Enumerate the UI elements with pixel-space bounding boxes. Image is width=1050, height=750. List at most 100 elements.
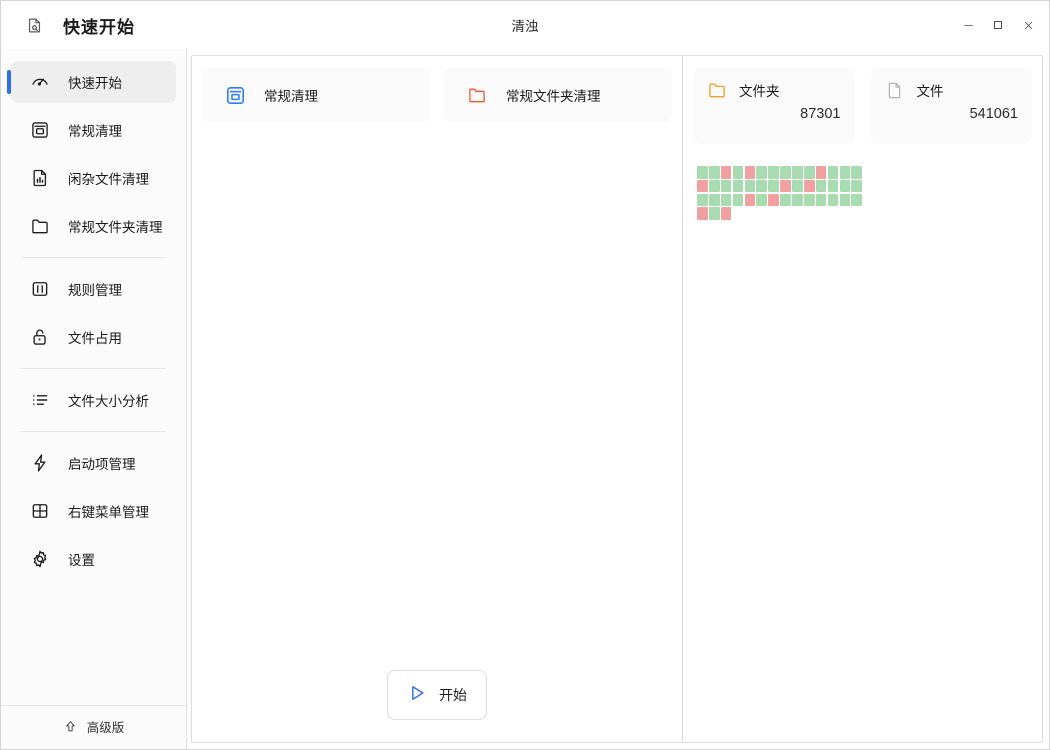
maximize-icon[interactable] [983,8,1013,42]
stat-card-0: 文件夹87301 [693,68,855,144]
sidebar-separator [21,431,166,432]
sidebar-item-4[interactable]: 规则管理 [11,268,176,310]
sidebar-item-label: 启动项管理 [68,453,136,473]
heatmap-cell [840,166,851,179]
sidebar-item-3[interactable]: 常规文件夹清理 [11,205,176,247]
sidebar-item-label: 快速开始 [68,72,122,92]
start-button-wrap: 开始 [202,670,672,730]
task-card-row: 常规清理 常规文件夹清理 [202,68,672,122]
heatmap-cell [721,194,732,207]
sidebar-item-0[interactable]: 快速开始 [11,61,176,103]
sidebar: 快速开始常规清理闲杂文件清理常规文件夹清理规则管理文件占用文件大小分析启动项管理… [1,49,187,749]
heatmap-cell [768,194,779,207]
sidebar-item-label: 常规清理 [68,120,122,140]
heatmap-cell [804,166,815,179]
heatmap-cell [733,194,744,207]
heatmap-cell [756,180,767,193]
heatmap-cell [828,180,839,193]
task-card-0[interactable]: 常规清理 [202,68,430,122]
heatmap-cell [745,180,756,193]
sidebar-item-label: 文件大小分析 [68,390,149,410]
gauge-icon [29,71,51,93]
stat-card-row: 文件夹87301文件541061 [693,68,1032,144]
heatmap-cell [792,180,803,193]
heatmap-cell [851,180,862,193]
document-search-icon [23,14,45,36]
stat-card-head: 文件夹 [707,80,841,100]
heatmap-cell [816,194,827,207]
heatmap-cell [828,166,839,179]
sidebar-item-upgrade[interactable]: 高级版 [1,705,186,747]
heatmap-cell [733,180,744,193]
sidebar-separator [21,368,166,369]
heatmap-cell [780,180,791,193]
sidebar-item-label: 常规文件夹清理 [68,216,163,236]
heatmap-cell [768,166,779,179]
sidebar-item-label: 设置 [68,549,95,569]
sidebar-item-2[interactable]: 闲杂文件清理 [11,157,176,199]
heatmap-cell [745,166,756,179]
heatmap-cell [804,180,815,193]
window-body: 快速开始常规清理闲杂文件清理常规文件夹清理规则管理文件占用文件大小分析启动项管理… [1,49,1049,749]
content-area: 常规清理 常规文件夹清理 开始 文件夹87301文件541061 [187,49,1049,749]
sidebar-item-label: 右键菜单管理 [68,501,149,521]
sidebar-item-5[interactable]: 文件占用 [11,316,176,358]
start-button[interactable]: 开始 [387,670,487,720]
heatmap-cell [851,194,862,207]
file-status-heatmap [697,166,862,220]
window-title: 清浊 [1,1,1049,49]
heatmap-cell [697,207,708,220]
heatmap-cell [768,180,779,193]
main-panel: 常规清理 常规文件夹清理 开始 [192,56,682,742]
folder-icon [29,215,51,237]
heatmap-cell [828,194,839,207]
play-icon [407,683,427,708]
sidebar-item-7[interactable]: 启动项管理 [11,442,176,484]
columns-icon [29,278,51,300]
window-controls [953,1,1049,49]
titlebar: 快速开始 清浊 [1,1,1049,49]
right-panel: 文件夹87301文件541061 [682,56,1042,742]
heatmap-cell [816,166,827,179]
broom-box-icon [29,119,51,141]
task-card-label: 常规清理 [264,85,318,105]
heatmap-cell [840,194,851,207]
sidebar-item-8[interactable]: 右键菜单管理 [11,490,176,532]
heatmap-cell [745,194,756,207]
stat-card-label: 文件夹 [739,80,780,100]
heatmap-cell [721,207,732,220]
task-card-label: 常规文件夹清理 [506,85,601,105]
stat-card-value: 541061 [885,106,1019,122]
sidebar-separator [21,257,166,258]
heatmap-cell [697,180,708,193]
sidebar-nav: 快速开始常规清理闲杂文件清理常规文件夹清理规则管理文件占用文件大小分析启动项管理… [1,49,186,705]
heatmap-cell [792,166,803,179]
heatmap-cell [780,194,791,207]
heatmap-cell [697,166,708,179]
sidebar-item-6[interactable]: 文件大小分析 [11,379,176,421]
minimize-icon[interactable] [953,8,983,42]
heatmap-cell [816,180,827,193]
heatmap-cell [709,166,720,179]
heatmap-cell [709,180,720,193]
heatmap-cell [709,207,720,220]
sidebar-item-label: 闲杂文件清理 [68,168,149,188]
panel-box: 常规清理 常规文件夹清理 开始 文件夹87301文件541061 [191,55,1043,743]
heatmap-cell [733,166,744,179]
heatmap-cell [780,166,791,179]
heatmap-cell [851,166,862,179]
heatmap-cell [756,194,767,207]
list-icon [29,389,51,411]
heatmap-cell [804,194,815,207]
close-icon[interactable] [1013,8,1043,42]
sidebar-item-1[interactable]: 常规清理 [11,109,176,151]
sidebar-item-9[interactable]: 设置 [11,538,176,580]
lock-open-icon [29,326,51,348]
task-card-1[interactable]: 常规文件夹清理 [444,68,672,122]
folder-icon [707,80,727,100]
gear-icon [29,548,51,570]
page-title: 快速开始 [63,13,135,38]
start-button-label: 开始 [439,685,467,705]
file-chart-icon [29,167,51,189]
sidebar-item-label: 文件占用 [68,327,122,347]
